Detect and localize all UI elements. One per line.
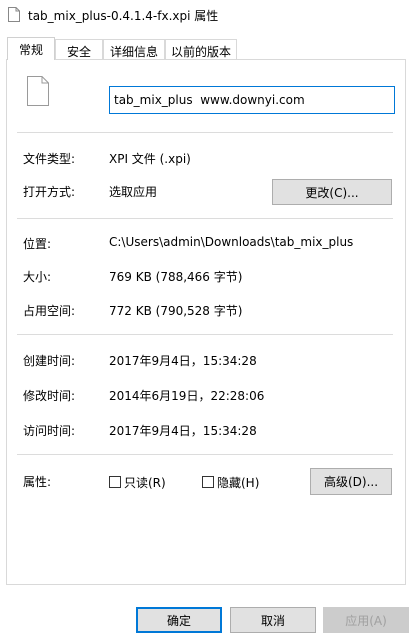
size-on-disk-label: 占用空间:: [23, 304, 76, 318]
tab-label: 常规: [18, 43, 43, 57]
opens-with-value: 选取应用: [109, 185, 158, 199]
separator: [17, 454, 393, 455]
created-label: 创建时间:: [23, 354, 76, 368]
file-icon: [8, 7, 20, 22]
tab-strip: 常规 安全 详细信息 以前的版本: [0, 37, 413, 60]
apply-button[interactable]: 应用(A): [323, 607, 409, 633]
tab-security[interactable]: 安全: [55, 39, 103, 59]
size-on-disk-value: 772 KB (790,528 字节): [109, 304, 243, 318]
readonly-checkbox[interactable]: [109, 476, 121, 488]
change-button[interactable]: 更改(C)...: [272, 179, 392, 205]
tab-label: 安全: [66, 45, 91, 59]
advanced-button[interactable]: 高级(D)...: [310, 468, 392, 495]
modified-value: 2014年6月19日，22:28:06: [109, 389, 265, 403]
modified-label: 修改时间:: [23, 389, 76, 403]
separator: [17, 218, 393, 219]
separator: [17, 334, 393, 335]
separator: [17, 132, 393, 133]
size-label: 大小:: [23, 270, 52, 284]
opens-with-label: 打开方式:: [23, 185, 76, 199]
tab-label: 以前的版本: [170, 45, 231, 59]
location-label: 位置:: [23, 237, 52, 251]
tab-details[interactable]: 详细信息: [103, 39, 165, 59]
hidden-checkbox[interactable]: [202, 476, 214, 488]
title-bar: tab_mix_plus-0.4.1.4-fx.xpi 属性: [0, 0, 413, 30]
attributes-label: 属性:: [23, 475, 52, 489]
created-value: 2017年9月4日，15:34:28: [109, 354, 257, 368]
general-panel: 文件类型: XPI 文件 (.xpi) 打开方式: 选取应用 更改(C)... …: [6, 59, 406, 585]
location-value: C:\Users\admin\Downloads\tab_mix_plus: [109, 235, 354, 249]
hidden-label[interactable]: 隐藏(H): [217, 474, 259, 491]
accessed-label: 访问时间:: [23, 424, 76, 438]
accessed-value: 2017年9月4日，15:34:28: [109, 424, 257, 438]
file-type-label: 文件类型:: [23, 152, 76, 166]
file-type-value: XPI 文件 (.xpi): [109, 152, 191, 166]
readonly-label[interactable]: 只读(R): [124, 474, 166, 491]
tab-previous-versions[interactable]: 以前的版本: [165, 39, 237, 59]
tab-label: 详细信息: [109, 45, 158, 59]
size-value: 769 KB (788,466 字节): [109, 270, 243, 284]
ok-button[interactable]: 确定: [136, 607, 222, 633]
file-icon: [27, 76, 49, 106]
cancel-button[interactable]: 取消: [230, 607, 316, 633]
window-title: tab_mix_plus-0.4.1.4-fx.xpi 属性: [28, 9, 219, 23]
filename-input[interactable]: [109, 86, 395, 114]
tab-general[interactable]: 常规: [7, 37, 55, 60]
